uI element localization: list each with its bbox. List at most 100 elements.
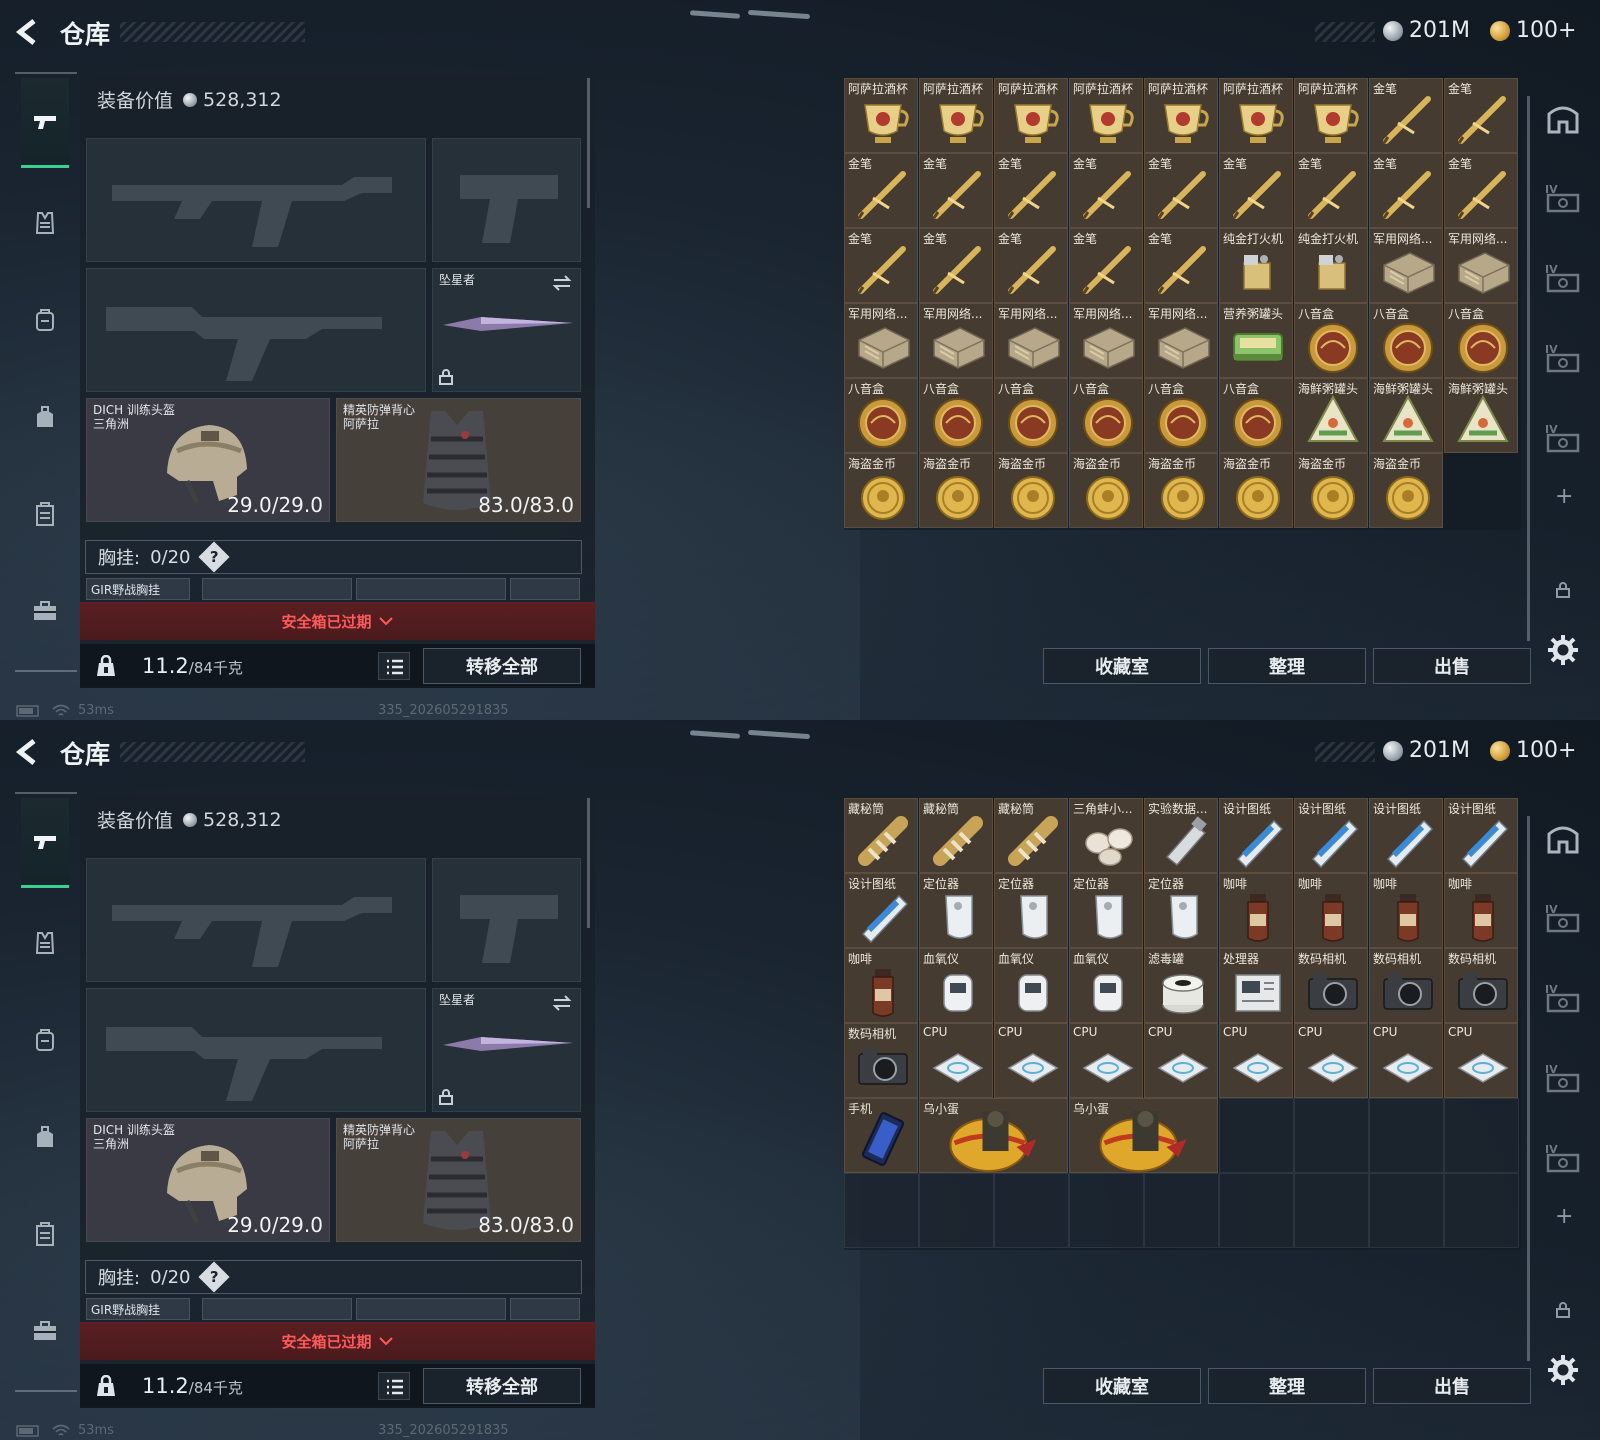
inventory-item[interactable]: 阿萨拉酒杯	[994, 78, 1068, 153]
inventory-item[interactable]: 军用网络...	[1444, 228, 1518, 303]
inventory-item[interactable]: 海盗金币	[1144, 453, 1218, 528]
inventory-item[interactable]: 阿萨拉酒杯	[1219, 78, 1293, 153]
inventory-item[interactable]: 数码相机	[1294, 948, 1368, 1023]
inventory-item[interactable]: 八音盒	[1069, 378, 1143, 453]
inventory-item[interactable]: 设计图纸	[1369, 798, 1443, 873]
inventory-item[interactable]: CPU	[994, 1023, 1068, 1098]
inventory-item[interactable]: 金笔	[1294, 153, 1368, 228]
collection-room-button[interactable]: 收藏室	[1043, 1368, 1201, 1404]
storage-tab-4d[interactable]: IV	[1543, 418, 1583, 458]
inventory-item[interactable]: 军用网络...	[1144, 303, 1218, 378]
inventory-item[interactable]: 阿萨拉酒杯	[1294, 78, 1368, 153]
inventory-item[interactable]: 金笔	[844, 153, 918, 228]
chest-rig-slot[interactable]: GIR野战胸挂	[86, 578, 190, 600]
empty-slot[interactable]	[1369, 1098, 1444, 1173]
nav-weapons[interactable]	[21, 78, 69, 168]
inventory-item[interactable]: 阿萨拉酒杯	[919, 78, 993, 153]
inventory-item[interactable]: 金笔	[1444, 153, 1518, 228]
rig-sub-slot[interactable]	[510, 1298, 580, 1320]
inventory-item[interactable]: 军用网络...	[1369, 228, 1443, 303]
nav-weapons[interactable]	[21, 798, 69, 888]
nav-backpack[interactable]	[21, 372, 69, 462]
storage-tab-4c[interactable]: IV	[1543, 1058, 1583, 1098]
inventory-item[interactable]: 军用网络...	[844, 303, 918, 378]
inventory-item[interactable]: CPU	[1444, 1023, 1518, 1098]
inventory-item[interactable]: 设计图纸	[1294, 798, 1368, 873]
melee-slot[interactable]: 坠星者	[432, 988, 581, 1112]
inventory-item[interactable]: 咖啡	[1219, 873, 1293, 948]
inventory-item[interactable]: 金笔	[1069, 228, 1143, 303]
nav-armor[interactable]	[21, 178, 69, 268]
inventory-item[interactable]: 金笔	[1144, 153, 1218, 228]
list-view-button[interactable]	[378, 652, 410, 680]
gear-icon[interactable]	[1547, 634, 1579, 666]
armor-slot[interactable]: 精英防弹背心 阿萨拉 83.0/83.0	[336, 1118, 581, 1242]
inventory-item[interactable]: 藏秘筒	[994, 798, 1068, 873]
gear-icon[interactable]	[1547, 1354, 1579, 1386]
empty-slot[interactable]	[1219, 1098, 1294, 1173]
primary-weapon-slot[interactable]	[86, 858, 426, 982]
inventory-item[interactable]: 藏秘筒	[919, 798, 993, 873]
empty-slot[interactable]	[1294, 1098, 1369, 1173]
empty-slot[interactable]	[994, 1173, 1069, 1248]
inventory-item[interactable]: 金笔	[1144, 228, 1218, 303]
storage-tab-4[interactable]: IV	[1543, 898, 1583, 938]
storage-scrollbar[interactable]	[1527, 816, 1530, 1361]
inventory-item[interactable]: 海鲜粥罐头	[1444, 378, 1518, 453]
inventory-item[interactable]: CPU	[1144, 1023, 1218, 1098]
add-storage-button[interactable]: +	[1555, 1204, 1573, 1229]
nav-armor[interactable]	[21, 898, 69, 988]
inventory-item[interactable]: 金笔	[919, 228, 993, 303]
inventory-item[interactable]: CPU	[919, 1023, 993, 1098]
inventory-item[interactable]: 海盗金币	[844, 453, 918, 528]
empty-slot[interactable]	[1294, 1173, 1369, 1248]
rig-sub-slot[interactable]	[356, 578, 506, 600]
lock-icon[interactable]	[1556, 582, 1570, 598]
inventory-item[interactable]: 军用网络...	[1069, 303, 1143, 378]
inventory-item[interactable]: 咖啡	[1369, 873, 1443, 948]
inventory-item[interactable]: 海盗金币	[1069, 453, 1143, 528]
inventory-item[interactable]: 海盗金币	[919, 453, 993, 528]
inventory-item[interactable]: 定位器	[994, 873, 1068, 948]
sell-button[interactable]: 出售	[1373, 648, 1531, 684]
inventory-item[interactable]: 金笔	[1219, 153, 1293, 228]
storage-tab-4c[interactable]: IV	[1543, 338, 1583, 378]
inventory-item[interactable]: CPU	[1219, 1023, 1293, 1098]
empty-slot[interactable]	[1369, 1173, 1444, 1248]
swap-icon[interactable]	[552, 275, 572, 291]
empty-slot[interactable]	[844, 1173, 919, 1248]
storage-tab-4b[interactable]: IV	[1543, 258, 1583, 298]
inventory-item[interactable]: 金笔	[994, 228, 1068, 303]
inventory-item[interactable]: 八音盒	[1219, 378, 1293, 453]
nav-container[interactable]	[21, 469, 69, 559]
inventory-item[interactable]: 血氧仪	[1069, 948, 1143, 1023]
inventory-item[interactable]: 海盗金币	[1219, 453, 1293, 528]
helmet-slot[interactable]: DICH 训练头盔 三角洲 29.0/29.0	[86, 398, 330, 522]
empty-slot[interactable]	[1444, 1173, 1519, 1248]
chest-rig-slot[interactable]: GIR野战胸挂	[86, 1298, 190, 1320]
inventory-item[interactable]: 八音盒	[1369, 303, 1443, 378]
inventory-item[interactable]: 海盗金币	[1369, 453, 1443, 528]
storage-tab-4b[interactable]: IV	[1543, 978, 1583, 1018]
inventory-item[interactable]: 纯金打火机	[1294, 228, 1368, 303]
inventory-item[interactable]: 金笔	[1369, 153, 1443, 228]
inventory-item[interactable]: 军用网络...	[919, 303, 993, 378]
sort-button[interactable]: 整理	[1208, 648, 1366, 684]
inventory-item[interactable]: 定位器	[1069, 873, 1143, 948]
melee-slot[interactable]: 坠星者	[432, 268, 581, 392]
swap-icon[interactable]	[552, 995, 572, 1011]
nav-helmet[interactable]	[21, 275, 69, 365]
lock-icon[interactable]	[1556, 1302, 1570, 1318]
inventory-item[interactable]: 纯金打火机	[1219, 228, 1293, 303]
inventory-item[interactable]: 处理器	[1219, 948, 1293, 1023]
storage-tab-main[interactable]	[1543, 98, 1583, 138]
inventory-item[interactable]: 阿萨拉酒杯	[1144, 78, 1218, 153]
inventory-item[interactable]: 定位器	[1144, 873, 1218, 948]
inventory-item[interactable]: 金笔	[994, 153, 1068, 228]
inventory-item[interactable]: 咖啡	[844, 948, 918, 1023]
inventory-item[interactable]: 军用网络...	[994, 303, 1068, 378]
inventory-item[interactable]: 数码相机	[844, 1023, 918, 1098]
transfer-all-button[interactable]: 转移全部	[423, 1368, 581, 1404]
inventory-item[interactable]: CPU	[1294, 1023, 1368, 1098]
inventory-item[interactable]: 八音盒	[1144, 378, 1218, 453]
